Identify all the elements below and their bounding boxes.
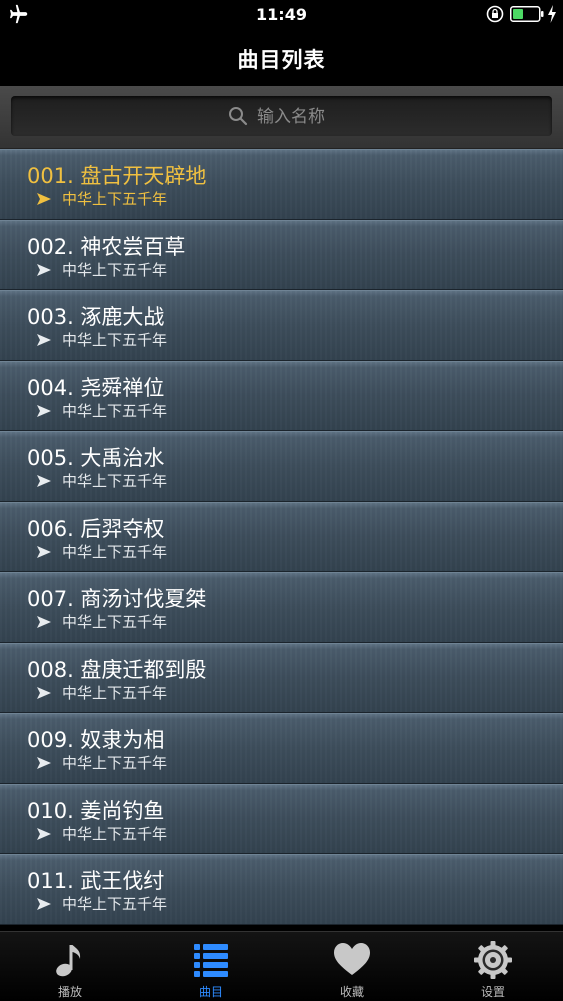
tab-settings[interactable]: 设置	[423, 932, 563, 1001]
track-album-label: 中华上下五千年	[62, 613, 168, 631]
track-name: 007. 商汤讨伐夏桀	[27, 587, 207, 611]
track-name: 002. 神农尝百草	[27, 234, 186, 259]
battery-icon	[510, 6, 544, 22]
track-album: 中华上下五千年	[36, 329, 167, 350]
track-row[interactable]: 009. 奴隶为相 中华上下五千年	[0, 713, 563, 784]
rotation-lock-icon	[486, 5, 504, 23]
track-album: 中华上下五千年	[36, 823, 167, 844]
track-album-label: 中华上下五千年	[62, 895, 168, 913]
gear-icon	[474, 941, 512, 979]
track-row[interactable]: 003. 涿鹿大战 中华上下五千年	[0, 290, 563, 361]
play-arrow-icon	[37, 404, 51, 417]
play-arrow-icon	[37, 263, 51, 276]
tab-play[interactable]: 播放	[0, 932, 140, 1001]
music-note-icon	[56, 945, 81, 977]
search-bar	[0, 86, 563, 149]
play-arrow-icon	[37, 193, 51, 205]
tab-label: 设置	[480, 985, 505, 999]
play-arrow-icon	[37, 686, 51, 699]
play-arrow-icon	[37, 475, 51, 487]
status-time: 11:49	[256, 5, 307, 24]
play-arrow-icon	[37, 545, 51, 558]
track-album: 中华上下五千年	[36, 400, 167, 421]
track-album: 中华上下五千年	[36, 682, 167, 703]
track-row[interactable]: 002. 神农尝百草 中华上下五千年	[0, 219, 563, 290]
track-album-label: 中华上下五千年	[62, 190, 168, 208]
track-album-label: 中华上下五千年	[62, 472, 168, 490]
track-row[interactable]: 004. 尧舜禅位 中华上下五千年	[0, 360, 563, 431]
tab-favorites[interactable]: 收藏	[282, 932, 422, 1001]
track-album-label: 中华上下五千年	[62, 401, 168, 420]
play-arrow-icon	[37, 757, 51, 769]
play-arrow-icon	[37, 898, 51, 910]
track-name: 001. 盘古开天辟地	[27, 164, 207, 188]
track-album: 中华上下五千年	[36, 188, 167, 209]
tab-label: 收藏	[339, 985, 364, 999]
track-name: 004. 尧舜禅位	[27, 375, 165, 400]
track-album-label: 中华上下五千年	[62, 754, 168, 772]
track-album: 中华上下五千年	[36, 611, 167, 632]
track-album-label: 中华上下五千年	[62, 331, 168, 349]
track-name: 003. 涿鹿大战	[27, 305, 165, 329]
track-name: 009. 奴隶为相	[27, 728, 165, 752]
track-album: 中华上下五千年	[36, 893, 167, 914]
play-arrow-icon	[37, 827, 51, 840]
track-album: 中华上下五千年	[36, 752, 167, 773]
charging-icon	[548, 5, 556, 23]
tab-label: 播放	[57, 985, 82, 999]
track-album-label: 中华上下五千年	[62, 683, 168, 702]
track-album-label: 中华上下五千年	[62, 824, 168, 843]
track-row[interactable]: 006. 后羿夺权 中华上下五千年	[0, 501, 563, 572]
navigation-bar: 曲目列表	[0, 30, 563, 86]
play-arrow-icon	[37, 616, 51, 628]
tab-tracks[interactable]: 曲目	[141, 932, 281, 1001]
search-icon	[229, 107, 248, 126]
search-box[interactable]	[11, 96, 552, 136]
track-row[interactable]: 011. 武王伐纣 中华上下五千年	[0, 854, 563, 925]
track-row[interactable]: 005. 大禹治水 中华上下五千年	[0, 431, 563, 502]
heart-icon	[334, 943, 370, 975]
track-list: 001. 盘古开天辟地 中华上下五千年 002. 神农尝百草 中华上下五千年 0…	[0, 149, 563, 931]
track-row[interactable]: 010. 姜尚钓鱼 中华上下五千年	[0, 783, 563, 854]
track-album-label: 中华上下五千年	[62, 542, 168, 561]
track-album-label: 中华上下五千年	[62, 260, 168, 279]
play-arrow-icon	[37, 334, 51, 346]
track-name: 011. 武王伐纣	[27, 869, 165, 893]
track-name: 006. 后羿夺权	[27, 516, 165, 541]
tab-bar: 播放 曲目 收藏 设置	[0, 931, 563, 1001]
track-album: 中华上下五千年	[36, 470, 167, 491]
track-row[interactable]: 007. 商汤讨伐夏桀 中华上下五千年	[0, 572, 563, 643]
search-input[interactable]	[255, 102, 459, 132]
page-title: 曲目列表	[237, 48, 326, 72]
track-name: 005. 大禹治水	[27, 446, 165, 470]
track-name: 010. 姜尚钓鱼	[27, 798, 165, 823]
list-icon	[194, 944, 228, 977]
track-album: 中华上下五千年	[36, 541, 167, 562]
track-row[interactable]: 001. 盘古开天辟地 中华上下五千年	[0, 149, 563, 220]
track-name: 008. 盘庚迁都到殷	[27, 657, 207, 682]
tab-label: 曲目	[198, 985, 223, 999]
track-row[interactable]: 008. 盘庚迁都到殷 中华上下五千年	[0, 642, 563, 713]
status-bar: 11:49	[0, 0, 563, 30]
track-album: 中华上下五千年	[36, 259, 167, 280]
